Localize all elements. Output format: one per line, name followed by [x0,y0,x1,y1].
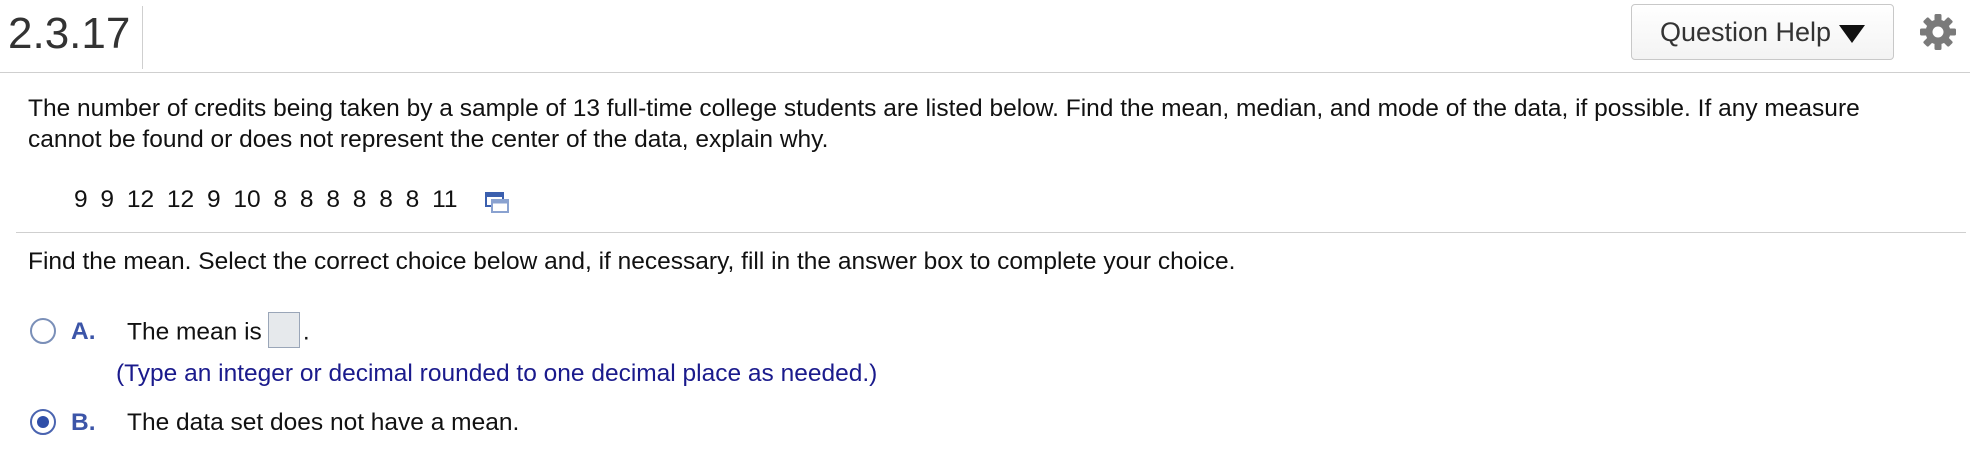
radio-icon[interactable] [30,409,56,435]
choice-a-text-before: The mean is [127,318,262,346]
copy-data-icon[interactable] [484,190,510,216]
instruction-text: Find the mean. Select the correct choice… [28,248,1236,275]
choice-a-text-after: . [302,318,310,346]
section-divider [16,232,1966,233]
mean-answer-box[interactable] [267,312,300,348]
choice-a[interactable]: A. The mean is. [30,312,310,348]
question-help-button[interactable]: Question Help [1631,4,1894,60]
choice-b[interactable]: B. The data set does not have a mean. [30,409,519,437]
header-divider [142,6,143,69]
caret-down-icon [1839,25,1866,43]
radio-icon[interactable] [30,318,56,344]
dataset-values: 9 9 12 12 9 10 8 8 8 8 8 8 11 [74,186,458,213]
choice-b-letter: B. [71,409,96,436]
question-page: 2.3.17 Question Help The number of credi… [0,0,1970,476]
choice-a-letter: A. [71,318,96,345]
question-help-label: Question Help [1659,16,1832,47]
question-number: 2.3.17 [8,9,131,58]
choice-a-text: The mean is. [127,312,310,348]
question-header: 2.3.17 Question Help [0,0,1970,73]
choice-b-text: The data set does not have a mean. [127,409,520,436]
dataset-row: 9 9 12 12 9 10 8 8 8 8 8 8 11 [74,183,510,217]
choice-a-hint: (Type an integer or decimal rounded to o… [116,360,878,387]
question-prompt: The number of credits being taken by a s… [28,95,1860,153]
gear-icon[interactable] [1918,12,1958,52]
